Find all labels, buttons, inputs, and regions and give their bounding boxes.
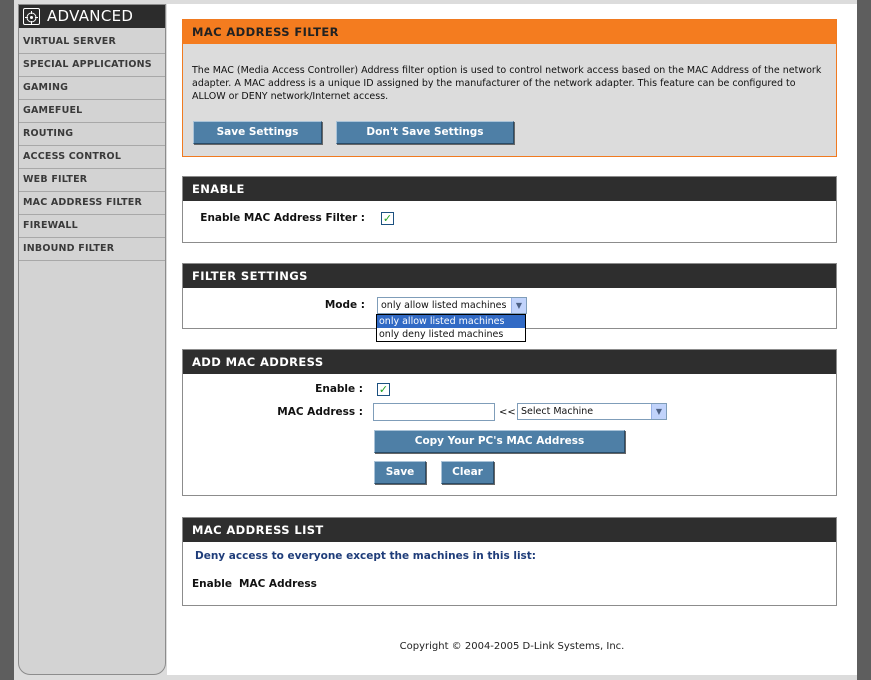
col-header-enable: Enable [192,578,232,590]
chevron-down-icon[interactable]: ▼ [651,404,666,419]
mac-address-list-section: MAC ADDRESS LIST Deny access to everyone… [182,517,837,606]
select-machine-value: Select Machine [521,406,594,417]
mode-select-value: only allow listed machines [381,300,507,311]
filter-settings-title: FILTER SETTINGS [183,264,836,288]
sidebar-item-firewall[interactable]: FIREWALL [19,215,165,238]
enable-mac-filter-checkbox[interactable]: ✓ [381,212,394,225]
main-content: MAC ADDRESS FILTER The MAC (Media Access… [167,4,857,675]
dont-save-settings-button[interactable]: Don't Save Settings [336,121,514,144]
add-mac-address-title: ADD MAC ADDRESS [183,350,836,374]
sidebar-item-access-control[interactable]: ACCESS CONTROL [19,146,165,169]
sidebar-item-mac-address-filter[interactable]: MAC ADDRESS FILTER [19,192,165,215]
enable-section-title: ENABLE [183,177,836,201]
list-policy-note: Deny access to everyone except the machi… [195,550,537,562]
select-machine-dropdown[interactable]: Select Machine ▼ [517,403,667,420]
mode-option-deny[interactable]: only deny listed machines [377,328,525,341]
sidebar-title-text: ADVANCED [47,7,134,25]
advanced-logo-icon [23,8,40,25]
mode-select[interactable]: only allow listed machines ▼ [377,297,527,314]
sidebar: ADVANCED VIRTUAL SERVER SPECIAL APPLICAT… [18,4,166,675]
col-header-mac-address: MAC Address [239,578,317,590]
enable-mac-filter-label: Enable MAC Address Filter : [200,212,365,224]
mac-filter-intro-section: MAC ADDRESS FILTER The MAC (Media Access… [182,19,837,157]
sidebar-nav: VIRTUAL SERVER SPECIAL APPLICATIONS GAMI… [19,31,165,261]
sidebar-item-routing[interactable]: ROUTING [19,123,165,146]
sidebar-item-special-applications[interactable]: SPECIAL APPLICATIONS [19,54,165,77]
sidebar-item-inbound-filter[interactable]: INBOUND FILTER [19,238,165,261]
chevron-down-icon[interactable]: ▼ [511,298,526,313]
save-settings-button[interactable]: Save Settings [193,121,322,144]
mode-option-allow[interactable]: only allow listed machines [377,315,525,328]
copyright-footer: Copyright © 2004-2005 D-Link Systems, In… [399,641,625,652]
add-enable-label: Enable : [315,383,363,395]
mode-label: Mode : [324,299,365,311]
copy-arrow-text: << [499,407,516,418]
mac-address-list-title: MAC ADDRESS LIST [183,518,836,542]
mac-address-input[interactable] [373,403,495,421]
add-mac-address-section: ADD MAC ADDRESS Enable : ✓ MAC Address :… [182,349,837,496]
enable-section: ENABLE Enable MAC Address Filter : ✓ [182,176,837,243]
sidebar-title: ADVANCED [19,5,165,28]
add-enable-checkbox[interactable]: ✓ [377,383,390,396]
page-title: MAC ADDRESS FILTER [183,20,836,44]
sidebar-item-web-filter[interactable]: WEB FILTER [19,169,165,192]
sidebar-item-gamefuel[interactable]: GAMEFUEL [19,100,165,123]
clear-button[interactable]: Clear [441,461,494,484]
mac-address-label: MAC Address : [277,406,363,418]
copy-pc-mac-button[interactable]: Copy Your PC's MAC Address [374,430,625,453]
save-button[interactable]: Save [374,461,426,484]
sidebar-item-gaming[interactable]: GAMING [19,77,165,100]
mode-dropdown-list: only allow listed machines only deny lis… [376,314,526,342]
intro-description: The MAC (Media Access Controller) Addres… [192,65,822,102]
sidebar-item-virtual-server[interactable]: VIRTUAL SERVER [19,31,165,54]
